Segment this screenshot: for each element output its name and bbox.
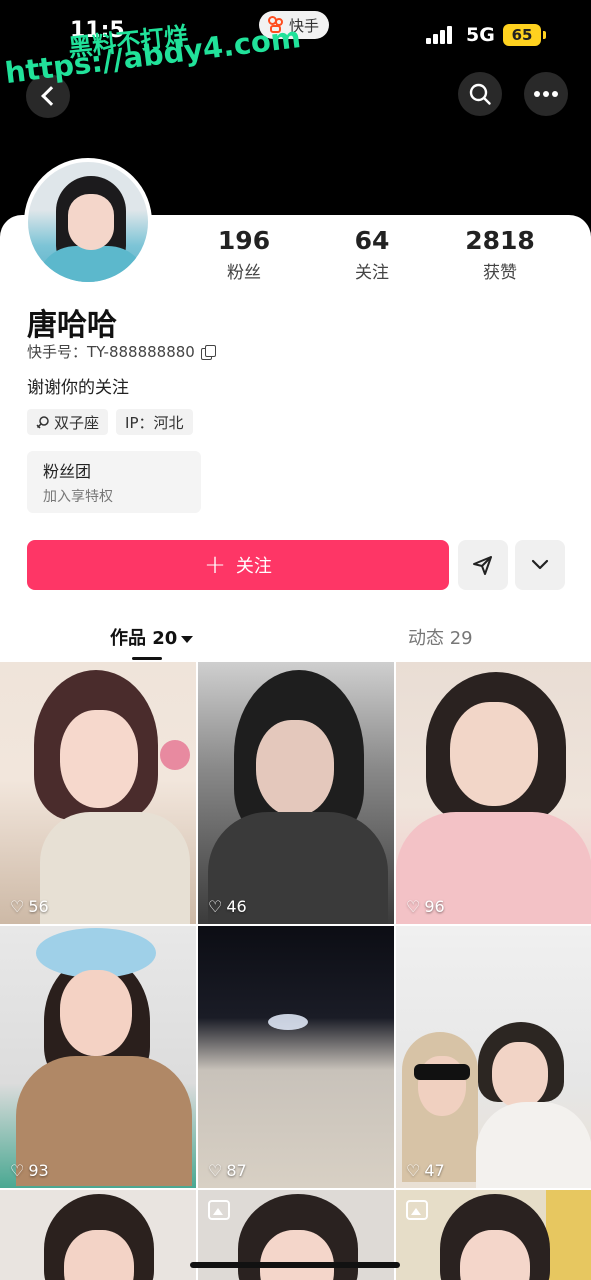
expand-button[interactable] — [515, 540, 565, 590]
profile-stats: 196 粉丝 64 关注 2818 获赞 — [180, 226, 580, 283]
content-tabs: 作品 20 动态 29 — [0, 610, 591, 660]
work-thumbnail[interactable]: ♡ 96 — [396, 662, 591, 924]
stat-following[interactable]: 64 关注 — [308, 226, 436, 283]
home-indicator — [190, 1262, 400, 1268]
stat-followers[interactable]: 196 粉丝 — [180, 226, 308, 283]
work-thumbnail[interactable] — [0, 1190, 196, 1280]
like-count: 46 — [226, 897, 247, 916]
heart-icon: ♡ — [208, 1161, 223, 1180]
heart-icon: ♡ — [406, 1161, 421, 1180]
more-button[interactable] — [524, 72, 568, 116]
like-count: 56 — [28, 897, 49, 916]
tab-label: 作品 20 — [110, 628, 178, 649]
share-button[interactable] — [458, 540, 508, 590]
follow-button[interactable]: + 关注 — [27, 540, 449, 590]
heart-icon: ♡ — [406, 897, 421, 916]
work-thumbnail[interactable] — [396, 1190, 591, 1280]
like-count: 47 — [424, 1161, 445, 1180]
battery-icon: 65 — [503, 24, 541, 46]
tab-label: 动态 29 — [408, 628, 473, 649]
fan-group-subtitle: 加入享特权 — [43, 489, 113, 505]
like-count: 87 — [226, 1161, 247, 1180]
search-button[interactable] — [458, 72, 502, 116]
profile-uid: 快手号：TY-888888880 — [27, 341, 216, 362]
heart-icon: ♡ — [208, 897, 223, 916]
work-thumbnail[interactable]: ♡ 47 — [396, 926, 591, 1188]
stat-label: 获赞 — [483, 263, 517, 283]
tab-indicator — [132, 657, 162, 660]
work-thumbnail[interactable]: ♡ 87 — [198, 926, 394, 1188]
avatar[interactable] — [24, 158, 152, 286]
zodiac-icon — [36, 416, 49, 429]
tag-ip: IP：河北 — [116, 409, 193, 435]
fan-group-title: 粉丝团 — [43, 462, 92, 481]
signal-icon — [426, 26, 452, 44]
tab-works[interactable]: 作品 20 — [110, 624, 194, 650]
chevron-down-icon — [531, 559, 549, 570]
like-count: 93 — [28, 1161, 49, 1180]
follow-label: 关注 — [235, 556, 272, 577]
stat-likes[interactable]: 2818 获赞 — [436, 226, 564, 283]
tag-label: 双子座 — [54, 413, 100, 432]
tab-moments[interactable]: 动态 29 — [408, 624, 473, 650]
work-thumbnail[interactable]: ♡ 93 — [0, 926, 196, 1188]
search-icon — [469, 83, 491, 105]
stat-label: 粉丝 — [227, 263, 261, 283]
stat-label: 关注 — [355, 263, 389, 283]
uid-text: 快手号：TY-888888880 — [27, 343, 195, 361]
copy-icon[interactable] — [200, 344, 216, 360]
send-icon — [473, 556, 492, 575]
like-count: 96 — [424, 897, 445, 916]
caret-down-icon — [181, 635, 194, 643]
stat-value: 2818 — [465, 226, 535, 255]
more-horizontal-icon — [534, 91, 558, 97]
heart-icon: ♡ — [10, 1161, 25, 1180]
plus-icon: + — [204, 550, 226, 580]
stat-value: 64 — [354, 226, 390, 255]
stat-value: 196 — [217, 226, 271, 255]
heart-icon: ♡ — [10, 897, 25, 916]
fan-group-card[interactable]: 粉丝团 加入享特权 — [27, 451, 201, 513]
profile-bio: 谢谢你的关注 — [27, 378, 129, 398]
network-type: 5G — [466, 24, 495, 46]
image-post-icon — [406, 1200, 428, 1220]
profile-tags: 双子座 IP：河北 — [27, 409, 193, 435]
work-thumbnail[interactable]: ♡ 56 — [0, 662, 196, 924]
image-post-icon — [208, 1200, 230, 1220]
tag-label: IP：河北 — [125, 413, 184, 432]
tag-zodiac: 双子座 — [27, 409, 109, 435]
profile-name: 唐哈哈 — [27, 308, 117, 343]
work-thumbnail[interactable]: ♡ 46 — [198, 662, 394, 924]
